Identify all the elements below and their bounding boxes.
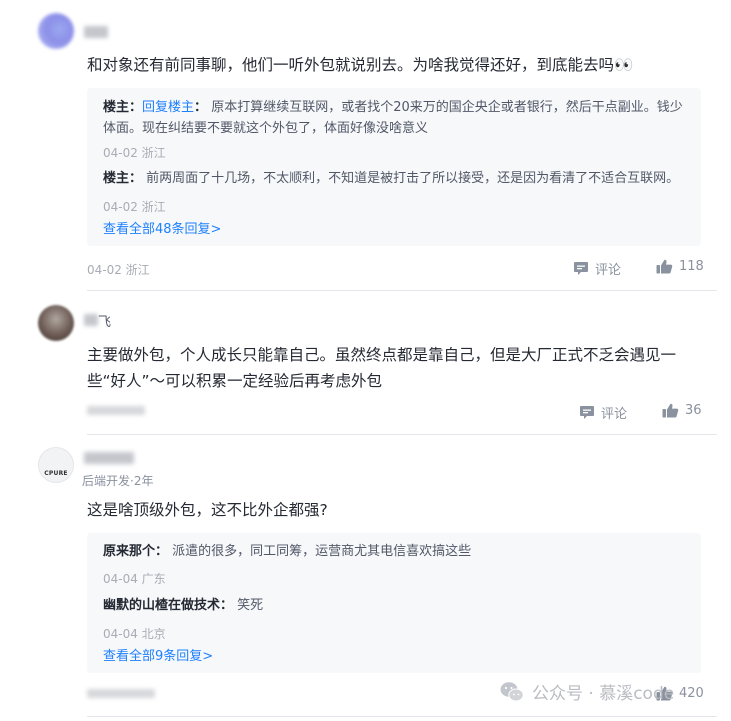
- comment-content: 这是啥顶级外包，这不比外企都强?: [87, 501, 328, 519]
- avatar-text: CPURE: [44, 470, 68, 477]
- divider: [87, 716, 717, 717]
- comment-icon: [574, 262, 588, 275]
- reply-date-location: 04-02 浙江: [103, 200, 166, 214]
- username-blurred[interactable]: [84, 26, 108, 38]
- reply-author[interactable]: 幽默的山楂在做技术: [103, 598, 220, 613]
- username-blurred[interactable]: [84, 314, 98, 326]
- divider: [87, 434, 717, 435]
- divider: [87, 290, 717, 291]
- comment-button[interactable]: 评论: [573, 259, 621, 278]
- username-blurred[interactable]: [84, 452, 134, 464]
- comment-button-label: 评论: [595, 263, 622, 278]
- reply-text: 派遣的很多，同工同筹，运营商尤其电信喜欢搞这些: [172, 544, 472, 559]
- wechat-icon: [500, 681, 524, 701]
- watermark-text: 公众号 · 慕溪code: [532, 684, 675, 704]
- comment-icon: [580, 406, 594, 419]
- reply-date-location: 04-04 北京: [103, 627, 166, 641]
- reply-date-location: 04-04 广东: [103, 572, 166, 586]
- reply-text: 前两周面了十几场，不太顺利，不知道是被打击了所以接受，还是因为看清了不适合互联网…: [146, 171, 680, 186]
- avatar[interactable]: [38, 13, 74, 49]
- like-count: 420: [679, 686, 704, 701]
- view-all-replies-link[interactable]: 查看全部48条回复>: [103, 218, 221, 237]
- like-button[interactable]: 118: [656, 259, 704, 274]
- reply-list: 楼主：回复楼主： 原本打算继续互联网，或者找个20来万的国企央企或者银行，然后干…: [87, 88, 701, 246]
- date-blurred: [87, 406, 145, 415]
- avatar[interactable]: [38, 305, 74, 341]
- reply-date-location: 04-02 浙江: [103, 146, 166, 160]
- reply-list: 原来那个： 派遣的很多，同工同筹，运营商尤其电信喜欢搞这些 04-04 广东 幽…: [87, 533, 701, 673]
- thumbs-up-icon: [656, 259, 673, 274]
- reply-text: 笑死: [237, 598, 264, 613]
- like-count: 118: [679, 259, 704, 274]
- reply-item: 楼主： 前两周面了十几场，不太顺利，不知道是被打击了所以接受，还是因为看清了不适…: [103, 171, 680, 186]
- reply-to-link[interactable]: 回复楼主: [142, 100, 194, 115]
- watermark: 公众号 · 慕溪code: [500, 679, 674, 704]
- like-button[interactable]: 36: [662, 403, 702, 418]
- user-title: 后端开发·2年: [82, 474, 154, 488]
- comment-content: 主要做外包，个人成长只能靠自己。虽然终点都是靠自己，但是大厂正式不乏会遇见一些“…: [87, 346, 677, 390]
- comment-content: 和对象还有前同事聊，他们一听外包就说别去。为啥我觉得还好，到底能去吗👀: [87, 56, 634, 74]
- username-suffix: 飞: [98, 315, 112, 330]
- comment-date-location: 04-02 浙江: [87, 263, 150, 277]
- thumbs-up-icon: [662, 403, 679, 418]
- comment-button-label: 评论: [601, 407, 628, 422]
- reply-author[interactable]: 原来那个: [103, 544, 155, 559]
- reply-author[interactable]: 楼主: [103, 171, 129, 186]
- like-count: 36: [685, 403, 702, 418]
- reply-author[interactable]: 楼主: [103, 100, 129, 115]
- view-all-replies-link[interactable]: 查看全部9条回复>: [103, 645, 213, 664]
- reply-item: 幽默的山楂在做技术： 笑死: [103, 598, 264, 613]
- date-blurred: [87, 689, 155, 698]
- reply-item: 原来那个： 派遣的很多，同工同筹，运营商尤其电信喜欢搞这些: [103, 544, 472, 559]
- comment-button[interactable]: 评论: [579, 403, 627, 422]
- reply-item: 楼主：回复楼主： 原本打算继续互联网，或者找个20来万的国企央企或者银行，然后干…: [103, 100, 683, 136]
- avatar[interactable]: CPURE: [38, 447, 74, 483]
